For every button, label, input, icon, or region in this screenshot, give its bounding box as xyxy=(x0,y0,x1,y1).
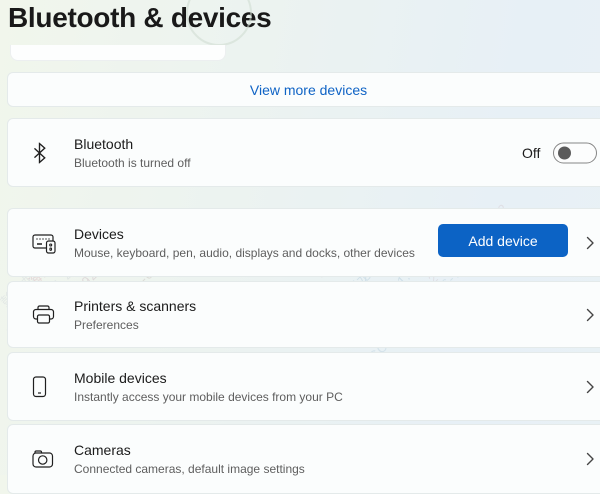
printer-icon xyxy=(32,304,55,325)
row-subtitle: Mouse, keyboard, pen, audio, displays an… xyxy=(74,245,415,260)
camera-icon xyxy=(32,450,54,469)
row-title: Printers & scanners xyxy=(74,297,197,314)
settings-row-cameras[interactable]: Cameras Connected cameras, default image… xyxy=(7,424,600,494)
chevron-right-icon xyxy=(586,380,594,394)
row-subtitle: Preferences xyxy=(74,317,139,332)
row-title: Cameras xyxy=(74,442,131,458)
row-title: Devices xyxy=(74,225,124,242)
device-card-partial xyxy=(10,45,226,61)
add-device-button[interactable]: Add device xyxy=(438,224,568,257)
bluetooth-icon xyxy=(32,142,47,163)
keyboard-mouse-icon xyxy=(32,231,57,254)
settings-row-devices[interactable]: Devices Mouse, keyboard, pen, audio, dis… xyxy=(7,208,600,277)
chevron-right-icon xyxy=(586,236,594,250)
chevron-right-icon xyxy=(586,308,594,322)
settings-row-mobile-devices[interactable]: Mobile devices Instantly access your mob… xyxy=(7,352,600,421)
bluetooth-toggle-label: Off xyxy=(522,144,541,161)
watermark-circle xyxy=(186,0,252,46)
view-more-devices-button[interactable]: View more devices xyxy=(7,72,600,107)
view-more-devices-label: View more devices xyxy=(249,81,368,98)
bluetooth-subtitle: Bluetooth is turned off xyxy=(74,155,191,170)
bluetooth-title: Bluetooth xyxy=(74,135,134,152)
bluetooth-toggle[interactable] xyxy=(553,142,597,163)
settings-row-printers[interactable]: Printers & scanners Preferences xyxy=(7,281,600,348)
phone-icon xyxy=(32,375,47,398)
row-subtitle: Instantly access your mobile devices fro… xyxy=(74,389,343,404)
bluetooth-row: Bluetooth Bluetooth is turned off Off xyxy=(7,118,600,187)
toggle-knob xyxy=(558,146,571,159)
row-title: Mobile devices xyxy=(74,369,167,386)
chevron-right-icon xyxy=(586,452,594,466)
